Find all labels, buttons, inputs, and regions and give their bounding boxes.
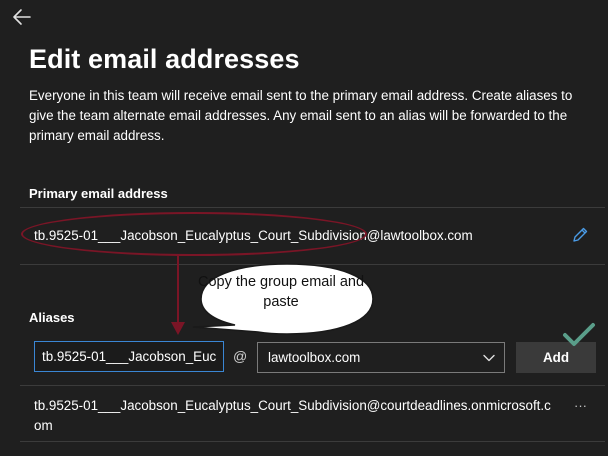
pencil-icon — [573, 227, 588, 242]
edit-primary-email-button[interactable] — [570, 225, 590, 245]
alias-email: tb.9525-01___Jacobson_Eucalyptus_Court_S… — [34, 398, 551, 433]
alias-list-item: tb.9525-01___Jacobson_Eucalyptus_Court_S… — [20, 390, 605, 440]
divider — [20, 385, 605, 386]
alias-input[interactable] — [34, 341, 224, 372]
divider — [20, 207, 605, 208]
callout-text: Copy the group email and paste — [197, 274, 365, 310]
checkmark-icon — [563, 323, 595, 346]
annotation-arrow — [177, 256, 179, 326]
at-symbol: @ — [233, 348, 248, 364]
more-options-button[interactable]: ··· — [574, 398, 592, 413]
back-arrow-icon — [13, 9, 31, 25]
annotation-arrow-head — [171, 322, 185, 335]
divider — [20, 441, 605, 442]
highlight-ellipse — [21, 212, 367, 256]
aliases-label: Aliases — [29, 310, 75, 325]
back-button[interactable] — [10, 6, 34, 28]
page-description: Everyone in this team will receive email… — [29, 88, 573, 143]
domain-select-value: lawtoolbox.com — [268, 350, 361, 365]
domain-select[interactable]: lawtoolbox.com — [257, 342, 505, 373]
page-title: Edit email addresses — [29, 44, 300, 74]
primary-email-label: Primary email address — [29, 186, 168, 201]
chevron-down-icon — [483, 354, 495, 362]
